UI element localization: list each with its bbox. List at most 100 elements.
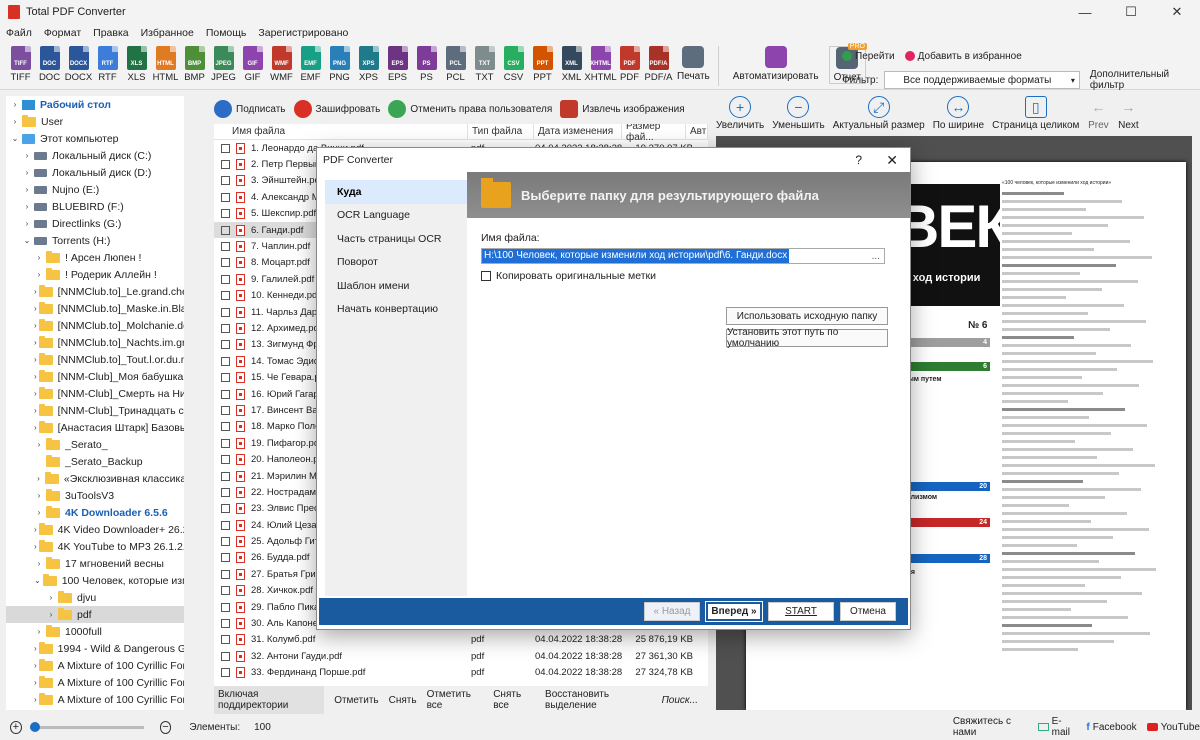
expand-icon[interactable]: › [46,610,56,619]
file-checkbox[interactable] [221,192,230,202]
tree-scrollbar[interactable] [184,96,192,710]
file-checkbox[interactable] [221,520,230,530]
expand-icon[interactable]: › [34,627,44,636]
expand-icon[interactable]: › [34,270,44,279]
browse-button[interactable]: ... [872,251,880,262]
format-button-csv[interactable]: CSV CSV [499,46,528,83]
filename-input[interactable]: H:\100 Человек, которые изменили ход ист… [481,248,885,264]
file-row[interactable]: 31. Колумб.pdf pdf 04.04.2022 18:38:28 25 8… [214,632,708,648]
expand-icon[interactable]: › [46,593,56,602]
format-button-html[interactable]: HTML HTML [151,46,180,83]
file-checkbox[interactable] [221,487,230,497]
expand-icon[interactable]: › [34,474,43,483]
zoom-minus-icon[interactable]: − [159,720,172,734]
format-button-xml[interactable]: XML XML [557,46,586,83]
expand-icon[interactable]: ⌄ [22,236,32,245]
sign-button[interactable]: Подписать [214,100,286,118]
tree-node[interactable]: › 4K YouTube to MP3 26.1.2.03 [6,538,192,555]
file-checkbox[interactable] [221,258,230,268]
tree-node[interactable]: › Локальный диск (C:) [6,147,192,164]
restore-selection-button[interactable]: Восстановить выделение [545,689,652,711]
step-name-template[interactable]: Шаблон имени [325,274,467,298]
zoom-slider-knob[interactable] [29,721,40,732]
tree-node[interactable]: › Nujno (E:) [6,181,192,198]
youtube-link[interactable]: YouTube [1146,722,1200,733]
file-checkbox[interactable] [221,504,230,514]
tree-node[interactable]: › _Serato_ [6,436,192,453]
facebook-link[interactable]: f Facebook [1086,722,1136,733]
add-favorite-button[interactable]: Добавить в избранное [904,51,1022,62]
tree-node[interactable]: ⌄ Torrents (H:) [6,232,192,249]
format-button-emf[interactable]: EMF EMF [296,46,325,83]
copy-tags-checkbox[interactable] [481,271,491,281]
back-button[interactable]: « Назад [644,602,700,621]
expand-icon[interactable]: › [10,117,20,126]
fit-width-button[interactable]: ↔ По ширине [933,96,984,131]
file-checkbox[interactable] [221,471,230,481]
expand-icon[interactable]: › [22,168,32,177]
file-checkbox[interactable] [221,635,230,645]
extract-images-button[interactable]: Извлечь изображения [560,100,685,118]
format-button-pdf-a[interactable]: PDF/A PDF/A [644,46,673,83]
email-link[interactable]: E-mail [1037,716,1077,738]
zoom-in-button[interactable]: + Увеличить [716,96,764,131]
help-icon[interactable]: ? [855,153,862,167]
format-button-png[interactable]: PNG PNG [325,46,354,83]
expand-icon[interactable]: › [34,287,37,296]
col-size[interactable]: Размер фай... [622,124,686,143]
format-button-jpeg[interactable]: JPEG JPEG [209,46,238,83]
automate-button[interactable]: Автоматизировать [733,46,819,82]
file-checkbox[interactable] [221,602,230,612]
next-button[interactable]: → Next [1117,96,1139,131]
tree-node[interactable]: › 17 мгновений весны [6,555,192,572]
file-checkbox[interactable] [221,209,230,219]
tree-node[interactable]: › [NNM-Club]_Тринадцать сва [6,402,192,419]
tree-node[interactable]: › ! Арсен Люпен ! [6,249,192,266]
zoom-slider[interactable] [29,721,144,732]
format-button-tiff[interactable]: TIFF TIFF [6,46,35,83]
format-button-pdf[interactable]: PDF PDF [615,46,644,83]
advanced-filter-button[interactable]: Дополнительный фильтр [1090,69,1200,91]
file-checkbox[interactable] [221,373,230,383]
menu-edit[interactable]: Правка [93,27,128,39]
file-checkbox[interactable] [221,160,230,170]
unmark-button[interactable]: Снять [389,695,417,706]
file-row[interactable]: 32. Антони Гауди.pdf pdf 04.04.2022 18:38:… [214,648,708,664]
step-rotation[interactable]: Поворот [325,251,467,275]
format-button-gif[interactable]: GIF GIF [238,46,267,83]
format-button-eps[interactable]: EPS EPS [383,46,412,83]
format-button-ps[interactable]: PS PS [412,46,441,83]
expand-icon[interactable]: ⌄ [34,576,41,585]
search-button[interactable]: Поиск... [662,695,698,706]
use-source-folder-button[interactable]: Использовать исходную папку [726,307,888,325]
format-button-wmf[interactable]: WMF WMF [267,46,296,83]
expand-icon[interactable]: › [34,423,37,432]
tree-node[interactable]: _Serato_Backup [6,453,192,470]
file-checkbox[interactable] [221,143,230,153]
file-checkbox[interactable] [221,553,230,563]
copy-tags-option[interactable]: Копировать оригинальные метки [481,270,910,282]
tree-node[interactable]: › [NNMClub.to]_Maske.in.Blau.1 [6,300,192,317]
format-button-xls[interactable]: XLS XLS [122,46,151,83]
file-checkbox[interactable] [221,274,230,284]
expand-icon[interactable]: › [34,253,44,262]
tree-node[interactable]: › ! Родерик Аллейн ! [6,266,192,283]
expand-icon[interactable]: › [34,542,37,551]
file-checkbox[interactable] [221,405,230,415]
tree-node[interactable]: › [NNMClub.to]_Le.grand.chef.1 [6,283,192,300]
file-checkbox[interactable] [221,668,230,678]
expand-icon[interactable]: › [10,100,20,109]
file-checkbox[interactable] [221,455,230,465]
file-checkbox[interactable] [221,340,230,350]
expand-icon[interactable]: › [34,525,37,534]
expand-icon[interactable]: › [22,151,32,160]
tree-node[interactable]: › [Анастасия Штарк] Базовый [6,419,192,436]
expand-icon[interactable]: › [34,338,37,347]
tree-node[interactable]: ⌄ 100 Человек, которые измени [6,572,192,589]
file-checkbox[interactable] [221,438,230,448]
expand-icon[interactable]: › [34,406,37,415]
mark-button[interactable]: Отметить [334,695,378,706]
menu-format[interactable]: Формат [44,27,81,39]
tree-node[interactable]: › BLUEBIRD (F:) [6,198,192,215]
tree-node[interactable]: › pdf [6,606,192,623]
